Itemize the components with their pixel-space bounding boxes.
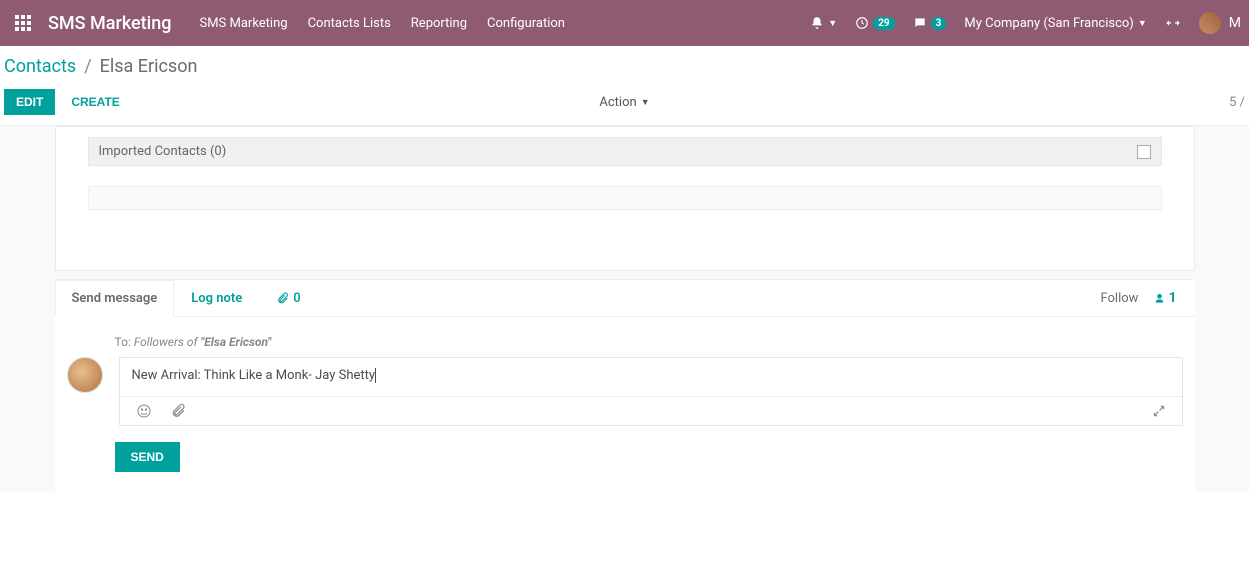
empty-list-row <box>88 186 1162 210</box>
caret-down-icon: ▼ <box>1138 18 1147 29</box>
followers-count[interactable]: 1 <box>1154 290 1176 306</box>
list-header-row[interactable]: Imported Contacts (0) <box>88 137 1162 166</box>
to-followers: Followers of <box>134 335 201 349</box>
action-bar: EDIT CREATE Action ▼ 5 / <box>0 83 1249 126</box>
compose-area: To: Followers of "Elsa Ericson" New Arri… <box>55 317 1195 492</box>
tab-send-message[interactable]: Send message <box>55 280 175 317</box>
debug-icon[interactable] <box>1165 15 1181 31</box>
breadcrumb-separator: / <box>84 56 91 77</box>
compose-body: New Arrival: Think Like a Monk- Jay Shet… <box>132 368 376 383</box>
follow-button[interactable]: Follow <box>1100 291 1138 306</box>
send-row: SEND <box>115 442 1183 472</box>
text-cursor <box>375 368 376 383</box>
company-switcher[interactable]: My Company (San Francisco) ▼ <box>964 16 1146 31</box>
pager[interactable]: 5 / <box>1229 95 1245 110</box>
nav-links: SMS Marketing Contacts Lists Reporting C… <box>199 16 565 31</box>
topbar-right: ▼ 29 3 My Company (San Francisco) ▼ M <box>810 12 1241 34</box>
discuss-badge: 3 <box>931 17 947 30</box>
compose-to-line: To: Followers of "Elsa Ericson" <box>115 335 1183 349</box>
action-label: Action <box>599 95 636 110</box>
user-avatar[interactable] <box>1199 12 1221 34</box>
company-name: My Company (San Francisco) <box>964 16 1133 31</box>
chatter-tabs: Send message Log note 0 Follow 1 <box>55 280 1195 317</box>
discuss-icon[interactable]: 3 <box>913 16 947 30</box>
activities-badge: 29 <box>873 17 894 30</box>
user-icon <box>1154 293 1165 304</box>
topbar: SMS Marketing SMS Marketing Contacts Lis… <box>0 0 1249 46</box>
compose-input[interactable]: New Arrival: Think Like a Monk- Jay Shet… <box>120 358 1182 396</box>
caret-down-icon: ▼ <box>828 18 837 29</box>
action-dropdown[interactable]: Action ▼ <box>599 95 649 110</box>
paperclip-icon <box>276 292 289 305</box>
tabs-right: Follow 1 <box>1082 290 1194 306</box>
form-sheet: Imported Contacts (0) <box>55 126 1195 271</box>
to-prefix: To: <box>115 335 134 349</box>
followers-number: 1 <box>1168 290 1176 306</box>
activities-icon[interactable]: 29 <box>855 16 894 30</box>
breadcrumb-parent[interactable]: Contacts <box>4 56 76 77</box>
nav-configuration[interactable]: Configuration <box>487 16 565 31</box>
compose-row: New Arrival: Think Like a Monk- Jay Shet… <box>67 357 1183 426</box>
nav-contacts-lists[interactable]: Contacts Lists <box>308 16 391 31</box>
main-area: Imported Contacts (0) Send message Log n… <box>0 126 1249 492</box>
notifications-icon[interactable]: ▼ <box>810 16 837 30</box>
app-title[interactable]: SMS Marketing <box>48 13 171 34</box>
attach-icon[interactable] <box>170 403 186 419</box>
breadcrumb-current: Elsa Ericson <box>100 56 198 77</box>
tab-log-note[interactable]: Log note <box>174 280 259 316</box>
tab-attachments[interactable]: 0 <box>259 280 317 316</box>
nav-reporting[interactable]: Reporting <box>411 16 467 31</box>
breadcrumb: Contacts / Elsa Ericson <box>0 46 1249 83</box>
create-button[interactable]: CREATE <box>71 95 119 109</box>
compose-toolbar <box>120 396 1182 425</box>
chatter: Send message Log note 0 Follow 1 To: Fol… <box>55 279 1195 492</box>
compose-box: New Arrival: Think Like a Monk- Jay Shet… <box>119 357 1183 426</box>
compose-avatar <box>67 357 103 393</box>
list-header-checkbox[interactable] <box>1137 145 1151 159</box>
list-header-label: Imported Contacts (0) <box>99 144 227 159</box>
nav-sms-marketing[interactable]: SMS Marketing <box>199 16 287 31</box>
expand-icon[interactable] <box>1152 404 1166 418</box>
edit-button[interactable]: EDIT <box>4 89 55 115</box>
caret-down-icon: ▼ <box>641 97 650 108</box>
user-initial: M <box>1229 15 1241 31</box>
send-button[interactable]: SEND <box>115 442 180 472</box>
apps-icon[interactable] <box>8 15 38 31</box>
emoji-icon[interactable] <box>136 403 152 419</box>
to-name: "Elsa Ericson" <box>201 335 272 349</box>
attachments-count: 0 <box>293 291 300 306</box>
